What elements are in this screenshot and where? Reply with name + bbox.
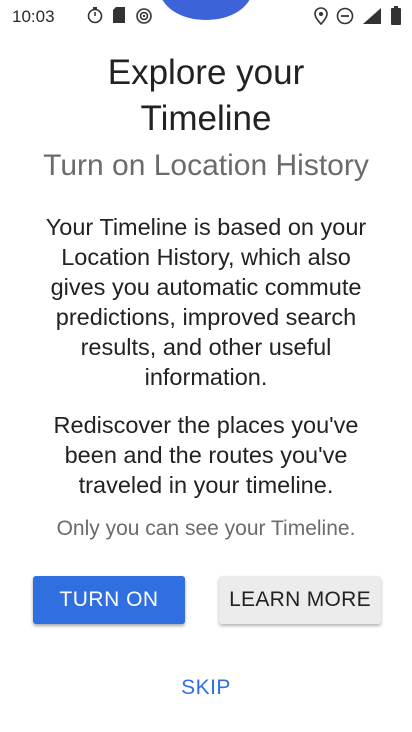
status-time: 10:03 bbox=[12, 7, 55, 26]
sd-card-icon bbox=[112, 6, 126, 24]
description-line: gives you automatic commute bbox=[50, 274, 362, 300]
privacy-note: Only you can see your Timeline. bbox=[56, 517, 356, 540]
description-line: information. bbox=[144, 364, 268, 390]
description-line: predictions, improved search bbox=[55, 304, 357, 330]
description-line: Your Timeline is based on your bbox=[45, 214, 367, 240]
rediscover-line: been and the routes you've bbox=[64, 442, 348, 468]
skip-button[interactable]: SKIP bbox=[166, 668, 246, 708]
status-icons-left bbox=[86, 6, 154, 24]
signal-icon bbox=[362, 7, 382, 25]
do-not-disturb-icon bbox=[336, 7, 354, 25]
description-line: results, and other useful bbox=[80, 334, 332, 360]
description-paragraph: Your Timeline is based on your Location … bbox=[20, 212, 392, 392]
app-icon-blob bbox=[160, 0, 252, 20]
turn-on-button[interactable]: TURN ON bbox=[33, 576, 185, 624]
location-pin-icon bbox=[314, 7, 328, 25]
battery-icon bbox=[390, 6, 402, 26]
page-subtitle: Turn on Location History bbox=[43, 149, 369, 182]
rediscover-line: Rediscover the places you've bbox=[53, 412, 359, 438]
title-line-2: Timeline bbox=[140, 99, 272, 138]
rediscover-line: traveled in your timeline. bbox=[78, 472, 334, 498]
rediscover-paragraph: Rediscover the places you've been and th… bbox=[20, 410, 392, 500]
learn-more-button[interactable]: LEARN MORE bbox=[219, 576, 381, 624]
hotspot-icon bbox=[134, 6, 154, 24]
timer-icon bbox=[86, 6, 104, 24]
status-bar: 10:03 bbox=[0, 0, 412, 33]
title-line-1: Explore your bbox=[107, 53, 305, 92]
description-line: Location History, which also bbox=[61, 244, 351, 270]
status-icons-right bbox=[314, 6, 402, 26]
page-title: Explore your Timeline bbox=[0, 50, 412, 142]
